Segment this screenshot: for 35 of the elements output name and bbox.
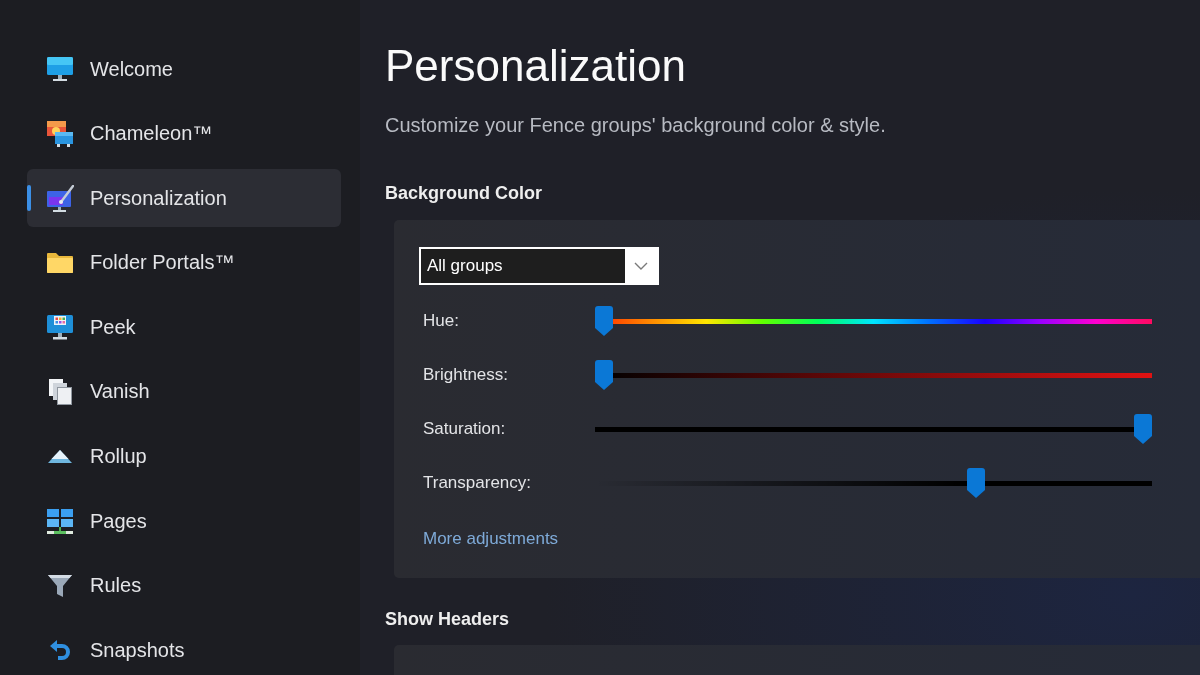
funnel-icon [48,574,72,597]
triangle-up-icon [48,450,72,464]
sidebar-item[interactable]: Personalization [27,169,341,228]
folder-icon [47,252,73,273]
section-heading: Show Headers [385,608,510,631]
sidebar-item[interactable]: Rules [27,556,341,615]
slider-thumb[interactable] [1134,414,1152,444]
slider-label: Brightness: [422,365,509,385]
slider-label: Hue: [422,311,459,331]
sidebar-item[interactable]: Peek [27,298,341,357]
slider-label: Saturation: [422,419,506,439]
more-adjustments-link[interactable]: More adjustments [423,527,559,551]
monitor-grid-icon [47,315,73,340]
slider-thumb[interactable] [595,360,613,390]
sidebar-item[interactable]: Vanish [27,362,341,421]
slider-thumb[interactable] [595,306,613,336]
sidebar-item[interactable]: Snapshots [27,621,341,675]
monitor-brush-icon [46,184,74,212]
sidebar-item[interactable]: Welcome [27,40,341,98]
sidebar-item[interactable]: Pages [27,492,341,551]
section-heading: Background Color [385,182,542,205]
monitor-icon [47,56,73,82]
groups-dropdown[interactable]: All groups [419,247,659,285]
slider-thumb[interactable] [966,468,985,498]
sidebar-item[interactable]: Folder Portals™ [27,233,341,292]
sidebar-item[interactable]: Chameleon™ [27,104,341,163]
sidebar-item[interactable]: Rollup [27,427,341,486]
sunset-monitor-icon [47,120,73,147]
slider-label: Transparency: [422,473,532,493]
page-title: Personalization [385,40,686,92]
grid-icon [47,508,73,534]
stacked-pages-icon [48,378,72,405]
undo-arrow-icon [50,640,70,661]
chevron-down-icon [634,262,648,270]
page-subtitle: Customize your Fence groups' background color & style. [385,113,886,138]
